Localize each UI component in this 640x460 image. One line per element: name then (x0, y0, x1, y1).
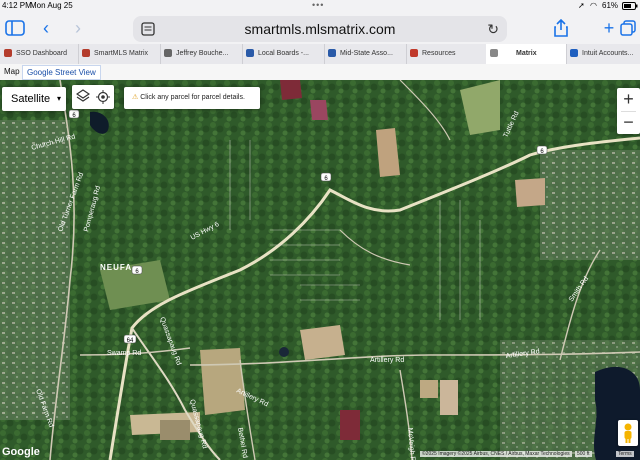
chevron-down-icon: ▾ (56, 94, 61, 103)
tab-smartmls-matrix[interactable]: SmartMLS Matrix (78, 44, 161, 64)
tabs-overview-icon[interactable] (618, 17, 638, 39)
tab-favicon-icon (410, 49, 418, 58)
tab-label: Intuit Accounts... (582, 50, 634, 57)
status-bar: 4:12 PM Mon Aug 25 ••• ➚ ◠ 61% (0, 0, 640, 12)
zoom-control: + − (617, 88, 640, 134)
tab-mid-state[interactable]: Mid-State Asso... (324, 44, 407, 64)
tab-favicon-icon (570, 49, 578, 58)
road-label: Swamp Rd (107, 350, 141, 357)
tab-strip: SSO Dashboard SmartMLS Matrix Jeffrey Bo… (0, 44, 640, 65)
forward-icon[interactable]: › (68, 17, 88, 39)
map-tab[interactable]: Map (0, 65, 24, 78)
street-view-tab[interactable]: Google Street View (22, 65, 101, 80)
tab-favicon-icon (164, 49, 172, 58)
new-tab-icon[interactable]: + (598, 17, 620, 39)
parcel-hint-text: Click any parcel for parcel details. (140, 94, 245, 101)
tab-label: SmartMLS Matrix (94, 50, 149, 57)
map-type-label: Satellite (11, 93, 51, 105)
tab-favicon-icon (82, 49, 90, 58)
back-icon[interactable]: ‹ (36, 17, 56, 39)
tab-matrix[interactable]: Matrix (486, 44, 567, 64)
google-logo: Google (2, 446, 40, 458)
tab-resources[interactable]: Resources (406, 44, 487, 64)
satellite-imagery[interactable]: 6 6 6 64 6 US Hwy 6 Quassapaug Rd Swamp … (0, 80, 640, 460)
tab-label: Mid-State Asso... (340, 50, 393, 57)
map-type-select[interactable]: Satellite ▾ (2, 87, 66, 111)
route-6-shield: 6 (320, 172, 332, 182)
battery-percent: 61% (602, 1, 619, 10)
tab-label: Jeffrey Bouche... (176, 50, 229, 57)
tab-intuit-accounts[interactable]: Intuit Accounts... (566, 44, 640, 64)
battery-icon (622, 2, 638, 12)
tab-favicon-icon (246, 49, 254, 58)
route-6-shield-west: 6 (131, 265, 143, 275)
url-text: smartmls.mlsmatrix.com (244, 21, 396, 37)
terms-link[interactable]: Terms (616, 451, 634, 457)
street-view-pegman-icon[interactable] (618, 420, 638, 446)
share-icon[interactable] (550, 17, 572, 39)
map-attribution: ©2025 Imagery ©2025 Airbus, CNES / Airbu… (420, 451, 572, 457)
zoom-out-button[interactable]: − (617, 112, 640, 134)
tab-label: Resources (422, 50, 456, 57)
tab-close-icon[interactable] (490, 49, 498, 58)
tab-label: SSO Dashboard (16, 50, 67, 57)
reload-icon[interactable]: ↻ (487, 21, 499, 38)
parcel-hint: ⚠ Click any parcel for parcel details. (124, 87, 260, 109)
zoom-in-button[interactable]: + (617, 88, 640, 111)
tab-label: Local Boards -... (258, 50, 309, 57)
address-bar[interactable]: smartmls.mlsmatrix.com ↻ (133, 16, 507, 42)
map-tools (72, 85, 114, 109)
sidebar-toggle-icon[interactable] (4, 17, 26, 39)
route-64-shield: 64 (123, 334, 137, 344)
status-date: Mon Aug 25 (30, 1, 73, 10)
route-6-shield-north: 6 (68, 109, 80, 119)
wifi-icon: ◠ (590, 1, 597, 10)
multitask-dots-icon[interactable]: ••• (312, 1, 324, 10)
route-64-shield-label: 64 (127, 338, 134, 344)
map-view-tabs: Map Google Street View (0, 64, 640, 81)
scale-label: 500 ft (575, 451, 592, 457)
road-label: Artillery Rd (370, 357, 404, 364)
location-icon: ➚ (578, 1, 585, 10)
map-footer: Google ©2025 Imagery ©2025 Airbus, CNES … (0, 446, 640, 460)
tab-favicon-icon (328, 49, 336, 58)
tab-favicon-icon (4, 49, 12, 58)
satellite-map[interactable]: 6 6 6 64 6 US Hwy 6 Quassapaug Rd Swamp … (0, 80, 640, 460)
warning-icon: ⚠ (132, 94, 139, 101)
tab-sso-dashboard[interactable]: SSO Dashboard (0, 44, 79, 64)
tab-label: Matrix (516, 50, 537, 57)
status-time: 4:12 PM (2, 1, 32, 10)
place-label: NEUFA (100, 263, 132, 272)
route-6-shield-east: 6 (536, 145, 548, 155)
tab-jeffrey-bouche[interactable]: Jeffrey Bouche... (160, 44, 243, 64)
tab-local-boards[interactable]: Local Boards -... (242, 44, 325, 64)
